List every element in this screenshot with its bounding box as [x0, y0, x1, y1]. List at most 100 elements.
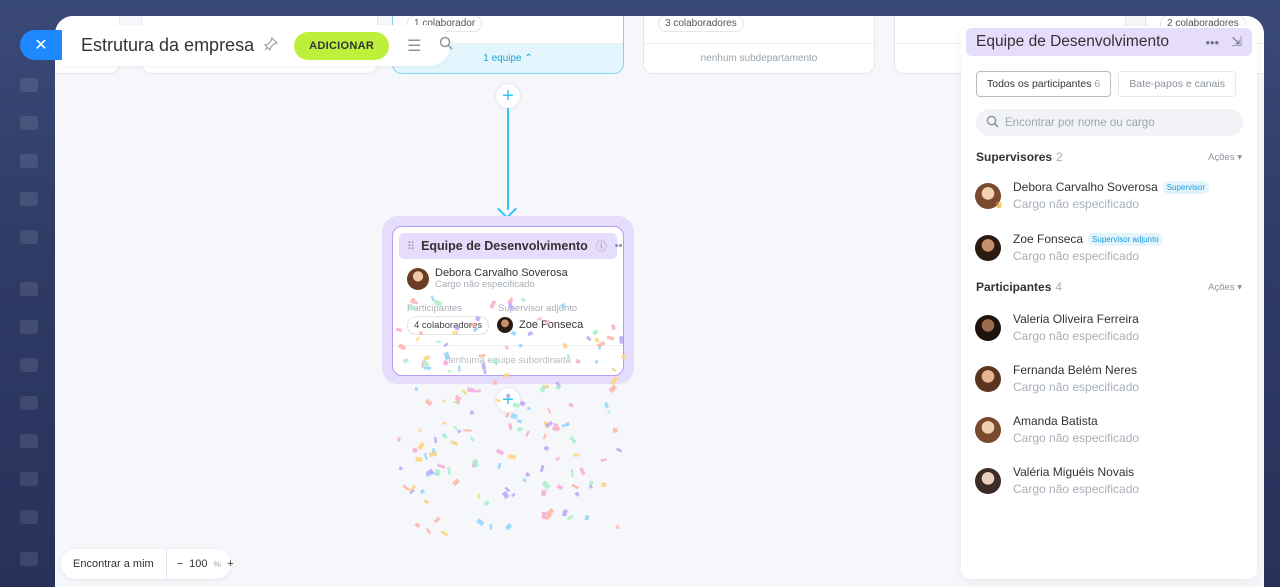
- section-count: 2: [1056, 150, 1063, 164]
- person-name: Fernanda Belém Neres: [1013, 363, 1138, 377]
- zoom-unit: %: [213, 559, 222, 569]
- participants-label: Participantes: [407, 303, 462, 314]
- avatar: [407, 267, 429, 290]
- add-team-above-button[interactable]: +: [495, 83, 521, 109]
- list-item[interactable]: Amanda Batista Cargo não especificado: [975, 414, 1245, 445]
- team-lead-name: Debora Carvalho Soverosa: [435, 267, 568, 279]
- person-name: Valéria Miguéis Novais: [1013, 465, 1135, 479]
- sidebar-icon[interactable]: [20, 230, 38, 244]
- person-name: Amanda Batista: [1013, 414, 1098, 428]
- team-lead[interactable]: Debora Carvalho Soverosa Cargo não espec…: [407, 267, 568, 290]
- person-role: Cargo não especificado: [1013, 197, 1140, 211]
- search-icon: [986, 115, 999, 131]
- more-icon[interactable]: •••: [1205, 35, 1219, 50]
- plus-icon: +: [502, 85, 514, 107]
- participants-section-header: Participantes 4 Ações ▾: [976, 280, 1242, 294]
- subdepartment-status: nenhum subdepartamento: [644, 43, 874, 73]
- deputy-label: Supervisor adjunto: [498, 303, 578, 314]
- panel-title: Equipe de Desenvolvimento: [976, 33, 1170, 50]
- deputy[interactable]: Zoe Fonseca: [497, 317, 583, 333]
- search-input[interactable]: Encontrar por nome ou cargo: [1005, 117, 1155, 129]
- sidebar-icon[interactable]: [20, 154, 38, 168]
- person-name: Debora Carvalho Soverosa: [1013, 180, 1158, 194]
- page-header: Estrutura da empresa ADICIONAR ☰: [61, 25, 454, 66]
- person-name: Zoe Fonseca: [1013, 232, 1084, 246]
- sidebar-icon[interactable]: [20, 396, 38, 410]
- sidebar-icon[interactable]: [20, 78, 38, 92]
- supervisors-actions-dropdown[interactable]: Ações ▾: [1208, 152, 1242, 163]
- team-lead-role: Cargo não especificado: [435, 279, 535, 290]
- sidebar-icon[interactable]: [20, 320, 38, 334]
- close-slider-button[interactable]: ✕: [20, 30, 62, 60]
- avatar: [975, 234, 1001, 261]
- deputy-name: Zoe Fonseca: [519, 319, 584, 331]
- actions-label: Ações: [1208, 281, 1235, 293]
- department-card[interactable]: 3 colaboradores nenhum subdepartamento: [643, 16, 875, 74]
- panel-tabs: Todos os participantes 6 Bate-papos e ca…: [976, 71, 1236, 97]
- team-name[interactable]: Equipe de Desenvolvimento: [421, 239, 588, 253]
- sidebar-icon[interactable]: [20, 552, 38, 566]
- add-team-below-button[interactable]: +: [495, 387, 521, 413]
- page-title: Estrutura da empresa: [81, 35, 255, 55]
- sidebar-icon[interactable]: [20, 472, 38, 486]
- sidebar-icon[interactable]: [20, 510, 38, 524]
- tab-chats-channels[interactable]: Bate-papos e canais: [1118, 71, 1236, 97]
- collapse-icon[interactable]: ⇲: [1231, 34, 1242, 50]
- info-icon[interactable]: ⓘ: [596, 238, 607, 254]
- zoom-out-button[interactable]: −: [177, 558, 183, 570]
- supervisors-section-header: Supervisores 2 Ações ▾: [976, 150, 1242, 164]
- tab-count: 6: [1094, 78, 1101, 90]
- tab-all-participants[interactable]: Todos os participantes 6: [976, 71, 1112, 97]
- participants-actions-dropdown[interactable]: Ações ▾: [1208, 282, 1242, 293]
- close-icon: ✕: [34, 37, 48, 54]
- avatar: [975, 314, 1001, 341]
- sidebar-icon[interactable]: [20, 192, 38, 206]
- role-badge: Supervisor adjunto: [1088, 232, 1163, 246]
- person-name: Valeria Oliveira Ferreira: [1013, 312, 1139, 326]
- list-item[interactable]: Fernanda Belém Neres Cargo não especific…: [975, 363, 1245, 394]
- list-item[interactable]: Valeria Oliveira Ferreira Cargo não espe…: [975, 312, 1245, 343]
- add-button[interactable]: ADICIONAR: [294, 31, 390, 60]
- panel-header: Equipe de Desenvolvimento ••• ⇲: [966, 28, 1252, 56]
- zoom-control: − 100 % +: [177, 558, 234, 570]
- menu-icon[interactable]: ☰: [407, 36, 421, 56]
- tab-label: Todos os participantes: [987, 78, 1092, 90]
- section-heading: Participantes: [976, 280, 1052, 294]
- more-icon[interactable]: •••: [615, 240, 623, 252]
- member-search[interactable]: Encontrar por nome ou cargo: [976, 109, 1243, 136]
- sidebar-icon[interactable]: [20, 434, 38, 448]
- team-card-header: ⠿ Equipe de Desenvolvimento ⓘ •••: [399, 233, 623, 259]
- person-role: Cargo não especificado: [1013, 431, 1140, 445]
- sidebar-icon[interactable]: [20, 116, 38, 130]
- person-role: Cargo não especificado: [1013, 249, 1140, 263]
- tab-label: Bate-papos e canais: [1129, 78, 1225, 90]
- app-sidebar: [0, 0, 56, 587]
- search-icon[interactable]: [439, 36, 454, 55]
- person-role: Cargo não especificado: [1013, 380, 1140, 394]
- zoom-value: 100: [189, 558, 208, 570]
- list-item[interactable]: Valéria Miguéis Novais Cargo não especif…: [975, 465, 1245, 496]
- team-details-panel: Equipe de Desenvolvimento ••• ⇲ Todos os…: [961, 26, 1257, 579]
- avatar: [975, 416, 1001, 443]
- role-badge: Supervisor: [1162, 180, 1209, 194]
- employee-count-chip[interactable]: 3 colaboradores: [658, 16, 744, 32]
- find-me-button[interactable]: Encontrar a mim: [61, 549, 167, 579]
- sidebar-icon[interactable]: [20, 282, 38, 296]
- avatar: [975, 467, 1001, 494]
- list-item[interactable]: Zoe Fonseca Supervisor adjunto Cargo não …: [975, 232, 1245, 263]
- section-count: 4: [1055, 280, 1063, 294]
- list-item[interactable]: ♛ Debora Carvalho Soverosa Supervisor Car…: [975, 180, 1245, 211]
- sidebar-icon[interactable]: [20, 358, 38, 372]
- subordinate-teams-status: nenhuma equipe subordinada: [393, 345, 623, 375]
- connector-line: [507, 108, 509, 210]
- team-card[interactable]: ⠿ Equipe de Desenvolvimento ⓘ ••• Debora…: [392, 226, 624, 376]
- pin-icon[interactable]: [263, 36, 279, 54]
- person-role: Cargo não especificado: [1013, 329, 1140, 343]
- participants-chip[interactable]: 4 colaboradores: [407, 316, 490, 335]
- person-role: Cargo não especificado: [1013, 482, 1140, 496]
- zoom-in-button[interactable]: +: [227, 558, 233, 570]
- avatar: [975, 365, 1001, 392]
- crown-icon: ♛: [995, 200, 1004, 210]
- drag-handle-icon[interactable]: ⠿: [407, 240, 415, 253]
- plus-icon: +: [502, 389, 514, 411]
